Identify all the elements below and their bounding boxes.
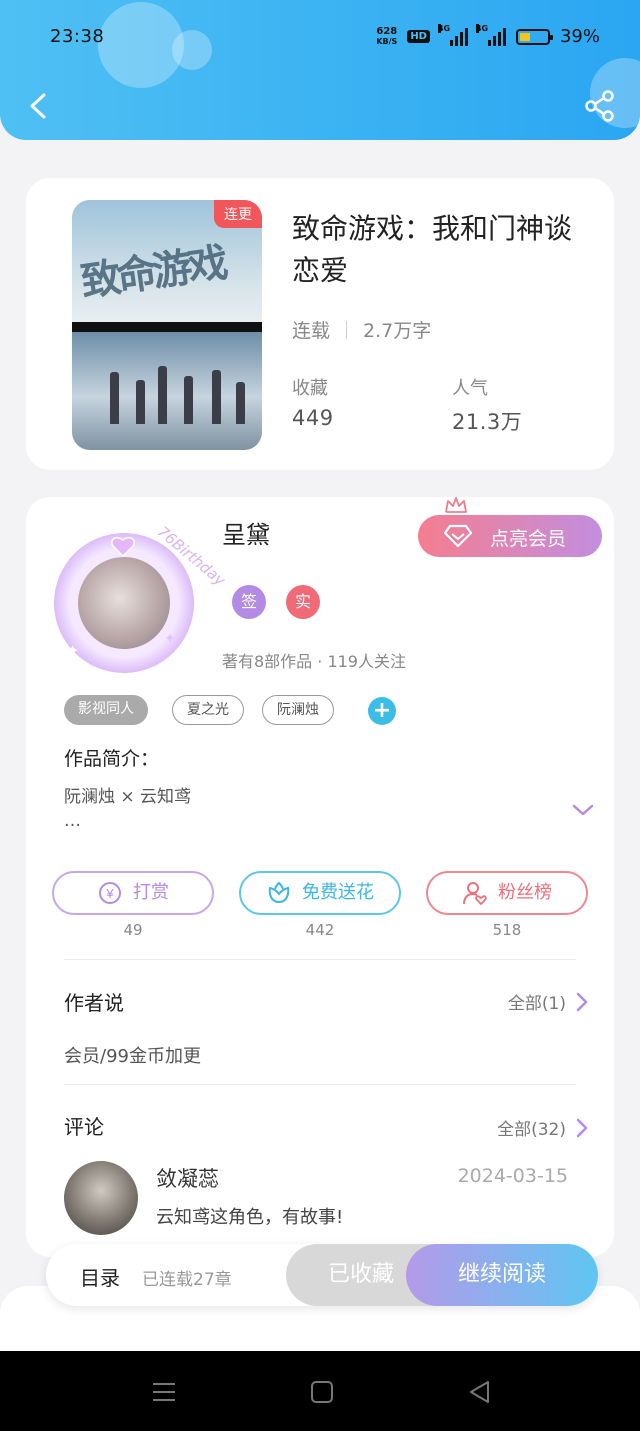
comments-all-link[interactable]: 全部(32) — [497, 1115, 588, 1140]
tag-chip[interactable]: 影视同人 — [64, 695, 148, 725]
network-speed: 628 KB/S — [376, 25, 398, 47]
intro-line: … — [64, 811, 81, 831]
signal-icon: 4G — [437, 23, 468, 46]
network-speed-value: 628 — [376, 25, 398, 37]
fans-rank-button[interactable]: 粉丝榜 — [426, 871, 588, 915]
comments-all-label: 全部(32) — [497, 1120, 566, 1140]
signal-type: 4G — [437, 23, 451, 33]
star-icon: ✦ — [164, 631, 176, 647]
book-info-card: 致命游戏 连更 致命游戏：我和门神谈恋爱 连载 2.7万字 收藏 449 人气 … — [26, 178, 614, 470]
author-works-info: 著有8部作品 · 119人关注 — [222, 652, 406, 671]
user-heart-icon — [463, 882, 487, 906]
meta-separator — [346, 320, 348, 339]
network-speed-unit: KB/S — [376, 36, 398, 46]
fans-label: 粉丝榜 — [498, 882, 552, 903]
battery-fill — [519, 32, 531, 41]
yen-icon: ¥ — [99, 882, 121, 904]
chevron-left-icon[interactable] — [26, 92, 54, 120]
battery-icon — [515, 28, 553, 45]
author-name[interactable]: 呈黛 — [222, 515, 270, 550]
cover-figure — [136, 380, 145, 424]
favorites-label: 收藏 — [292, 378, 328, 399]
diamond-icon — [444, 524, 472, 548]
star-icon: ✦ — [66, 641, 80, 660]
tag-chip[interactable]: 阮澜烛 — [262, 695, 334, 725]
divider — [64, 959, 576, 960]
status-time: 23:38 — [50, 26, 105, 47]
hd-icon: HD — [407, 30, 430, 43]
serial-badge: 连更 — [214, 200, 262, 228]
bottom-action-bar: 目录 已连载27章 已收藏 继续阅读 — [46, 1244, 598, 1306]
intro-text: 阮澜烛 × 云知鸢 … — [64, 785, 191, 833]
status-bar: 23:38 628 KB/S HD 4G 4G 39% — [0, 23, 640, 52]
tip-count: 49 — [123, 921, 143, 939]
tip-button[interactable]: ¥ 打赏 — [52, 871, 214, 915]
intro-line: 阮澜烛 × 云知鸢 — [64, 787, 192, 807]
cover-bottom — [72, 332, 262, 450]
add-tag-button[interactable]: + — [368, 697, 396, 725]
tag-chip[interactable]: 夏之光 — [172, 695, 244, 725]
toc-button[interactable]: 目录 — [80, 1262, 120, 1291]
favorites-value: 449 — [292, 406, 334, 430]
comments-title: 评论 — [64, 1115, 104, 1139]
share-icon[interactable] — [584, 90, 616, 122]
cover-figure — [158, 366, 167, 424]
back-triangle-icon[interactable] — [466, 1379, 494, 1405]
flower-count: 442 — [305, 921, 335, 939]
author-says-all-link[interactable]: 全部(1) — [508, 989, 588, 1014]
cover-divider — [72, 322, 262, 332]
signal-icon: 4G — [475, 23, 506, 46]
cover-figure — [236, 382, 245, 424]
book-meta: 连载 2.7万字 — [292, 316, 431, 343]
cover-figure — [212, 370, 221, 424]
author-says-text: 会员/99金币加更 — [64, 1046, 201, 1067]
author-says-title: 作者说 — [64, 991, 124, 1015]
avatar-frame-text: 76Birthday — [153, 522, 229, 590]
heart-icon — [111, 536, 135, 557]
comment-avatar[interactable] — [64, 1161, 138, 1235]
svg-text:¥: ¥ — [105, 886, 114, 901]
chevron-down-icon[interactable] — [572, 803, 594, 817]
avatar-photo — [78, 557, 170, 649]
chapter-count: 已连载27章 — [142, 1270, 232, 1290]
status-right: 628 KB/S HD 4G 4G 39% — [376, 23, 600, 47]
vip-button-label: 点亮会员 — [490, 528, 567, 550]
crown-icon — [445, 497, 467, 513]
comment-date: 2024-03-15 — [457, 1165, 568, 1187]
book-title: 致命游戏：我和门神谈恋爱 — [292, 212, 573, 287]
popularity-label: 人气 — [452, 378, 488, 399]
battery-percent: 39% — [559, 26, 600, 47]
comment-username[interactable]: 敛凝蕊 — [156, 1163, 219, 1193]
fans-count: 518 — [492, 921, 522, 939]
divider — [64, 1084, 576, 1085]
word-count: 2.7万字 — [363, 320, 432, 342]
home-square-icon[interactable] — [308, 1379, 336, 1405]
verified-badge: 实 — [286, 585, 320, 619]
chevron-right-icon — [576, 992, 588, 1011]
book-status: 连载 — [292, 320, 331, 342]
continue-reading-button[interactable]: 继续阅读 — [406, 1244, 598, 1306]
flower-label: 免费送花 — [302, 882, 374, 903]
intro-title: 作品简介： — [64, 748, 160, 770]
signal-type: 4G — [475, 23, 489, 33]
header: 23:38 628 KB/S HD 4G 4G 39% — [0, 0, 640, 140]
vip-button[interactable]: 点亮会员 — [418, 515, 602, 557]
comment-text: 云知鸢这角色，有故事! — [156, 1207, 344, 1228]
author-card: 76Birthday ✦ ✦ 呈黛 点亮会员 签 实 著有8部作品 · 119人… — [26, 497, 614, 1257]
tip-label: 打赏 — [133, 882, 169, 903]
book-cover[interactable]: 致命游戏 连更 — [72, 200, 262, 450]
author-avatar[interactable]: 76Birthday ✦ ✦ — [54, 523, 229, 673]
popularity-value: 21.3万 — [452, 410, 523, 434]
cover-figure — [184, 376, 193, 424]
signed-badge: 签 — [232, 585, 266, 619]
system-nav-bar — [0, 1351, 640, 1431]
flower-icon — [268, 881, 290, 904]
chevron-right-icon — [576, 1118, 588, 1137]
send-flower-button[interactable]: 免费送花 — [239, 871, 401, 915]
cover-figure — [110, 372, 119, 424]
author-says-all-label: 全部(1) — [507, 994, 566, 1014]
menu-icon[interactable] — [150, 1379, 178, 1405]
